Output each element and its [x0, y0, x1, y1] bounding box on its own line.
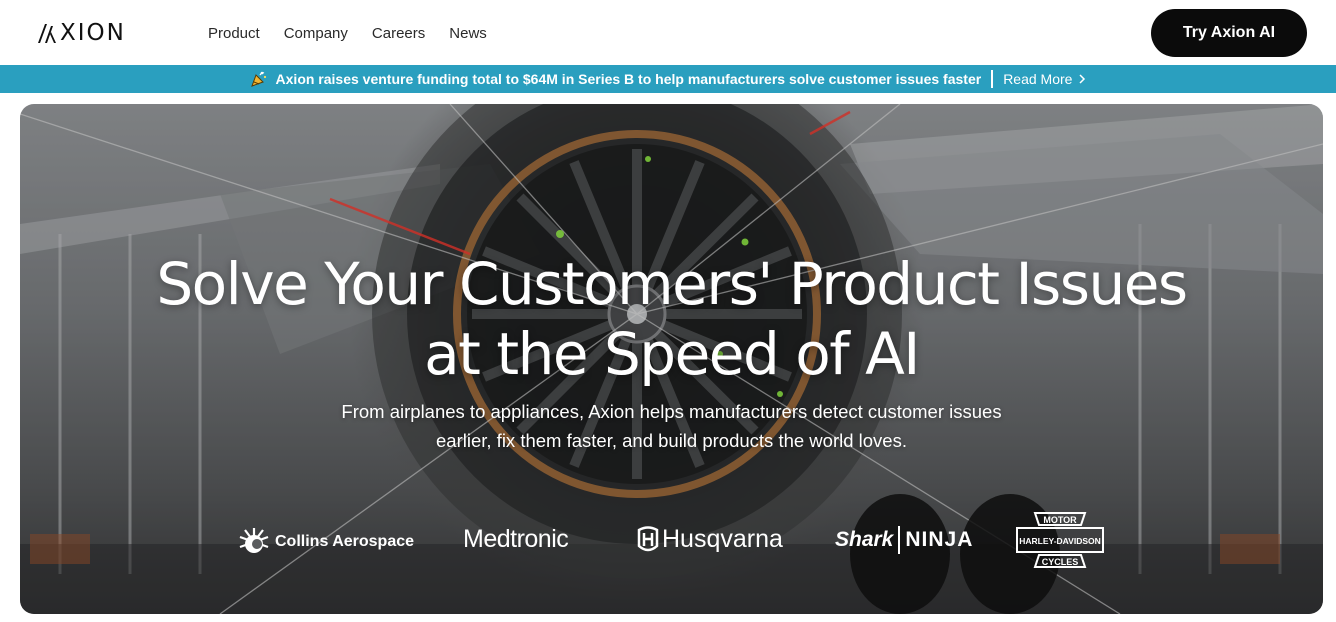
- hd-bottom-text: CYCLES: [1042, 557, 1079, 567]
- site-header: XION Product Company Careers News Try Ax…: [0, 0, 1336, 65]
- husqvarna-crown-icon: [637, 525, 659, 551]
- shark-ninja-logo: Shark NINJA: [835, 526, 973, 554]
- axion-logo[interactable]: XION: [36, 20, 126, 46]
- hero-section: Solve Your Customers' Product Issues at …: [20, 104, 1323, 614]
- banner-divider: [991, 70, 994, 88]
- hd-middle-text: HARLEY-DAVIDSON: [1019, 536, 1101, 546]
- customer-logos: Collins Aerospace Medtronic Husqvarna Sh…: [20, 509, 1323, 579]
- nav-careers[interactable]: Careers: [360, 22, 437, 45]
- read-more-label: Read More: [1003, 71, 1073, 87]
- nav-news[interactable]: News: [437, 22, 499, 45]
- hero-title-line-2: at the Speed of AI: [424, 320, 920, 388]
- shark-text: Shark: [835, 528, 894, 551]
- medtronic-logo: Medtronic: [463, 525, 569, 554]
- collins-aerospace-text: Collins Aerospace: [275, 533, 415, 550]
- harley-davidson-shield-icon: MOTOR HARLEY-DAVIDSON CYCLES: [1016, 512, 1104, 568]
- ninja-text: NINJA: [905, 528, 974, 551]
- harley-davidson-logo: MOTOR HARLEY-DAVIDSON CYCLES: [1015, 509, 1105, 573]
- medtronic-text: Medtronic: [463, 525, 569, 553]
- husqvarna-logo: Husqvarna: [636, 525, 783, 554]
- announcement-banner: Axion raises venture funding total to $6…: [0, 65, 1336, 93]
- axion-logo-mark-icon: [38, 24, 56, 43]
- nav-company[interactable]: Company: [272, 22, 360, 45]
- chevron-right-icon: [1079, 74, 1086, 84]
- collins-aerospace-logo: Collins Aerospace: [238, 526, 414, 558]
- hero-title-line-1: Solve Your Customers' Product Issues: [156, 250, 1188, 318]
- husqvarna-text: Husqvarna: [662, 525, 783, 553]
- main-nav: Product Company Careers News: [196, 22, 499, 45]
- shark-ninja-divider: [898, 526, 901, 554]
- hero-subtitle-line-1: From airplanes to appliances, Axion help…: [341, 401, 1002, 422]
- collins-sunburst-icon: [239, 528, 269, 553]
- logo-text: XION: [60, 20, 126, 46]
- hero-title: Solve Your Customers' Product Issues at …: [20, 249, 1323, 389]
- party-popper-icon: [250, 71, 266, 87]
- nav-product[interactable]: Product: [196, 22, 272, 45]
- hd-top-text: MOTOR: [1043, 515, 1077, 525]
- try-axion-ai-button[interactable]: Try Axion AI: [1151, 9, 1307, 57]
- hero-subtitle-line-2: earlier, fix them faster, and build prod…: [436, 430, 907, 451]
- read-more-link[interactable]: Read More: [1003, 71, 1086, 87]
- hero-subtitle: From airplanes to appliances, Axion help…: [20, 397, 1323, 455]
- banner-text: Axion raises venture funding total to $6…: [275, 71, 982, 87]
